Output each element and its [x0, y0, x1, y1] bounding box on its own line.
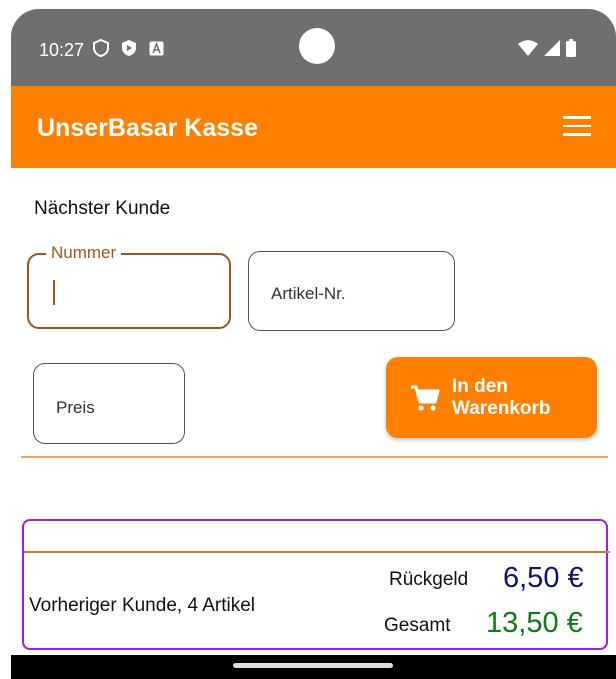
status-bar: 10:27 — [11, 9, 616, 86]
price-field[interactable]: Preis — [33, 363, 185, 444]
article-number-field[interactable]: Artikel-Nr. — [248, 251, 455, 331]
total-label: Gesamt — [384, 615, 451, 636]
status-icons-left — [93, 38, 164, 62]
home-handle[interactable] — [233, 663, 393, 668]
total-value: 13,50 € — [486, 607, 583, 639]
divider — [21, 456, 608, 458]
article-number-placeholder: Artikel-Nr. — [271, 284, 346, 303]
previous-customer-panel: Vorheriger Kunde, 4 Artikel Rückgeld 6,5… — [22, 519, 610, 650]
menu-button[interactable] — [563, 116, 591, 138]
panel-divider — [24, 551, 610, 553]
signal-icon — [544, 40, 560, 61]
change-label: Rückgeld — [389, 569, 469, 590]
add-to-cart-label: In den Warenkorb — [452, 376, 551, 419]
cart-icon — [410, 384, 440, 417]
navigation-bar — [11, 655, 616, 679]
number-field[interactable]: Nummer — [27, 243, 231, 329]
previous-customer-label: Vorheriger Kunde, 4 Artikel — [29, 595, 256, 616]
number-field-label: Nummer — [46, 243, 122, 263]
next-customer-label: Nächster Kunde — [34, 198, 171, 219]
add-to-cart-button[interactable]: In den Warenkorb — [386, 357, 597, 438]
camera-cutout — [299, 28, 335, 64]
battery-icon — [566, 39, 576, 62]
app-bar: UnserBasar Kasse — [11, 86, 616, 168]
app-title: UnserBasar Kasse — [37, 114, 258, 142]
play-shield-icon — [121, 39, 137, 62]
font-icon — [149, 41, 164, 61]
change-value: 6,50 € — [503, 562, 584, 594]
menu-icon — [563, 116, 591, 136]
price-placeholder: Preis — [56, 398, 95, 417]
shield-icon — [93, 38, 109, 62]
wifi-icon — [518, 40, 538, 61]
status-icons-right — [518, 39, 576, 62]
status-time: 10:27 — [39, 40, 85, 60]
text-cursor — [53, 280, 55, 305]
